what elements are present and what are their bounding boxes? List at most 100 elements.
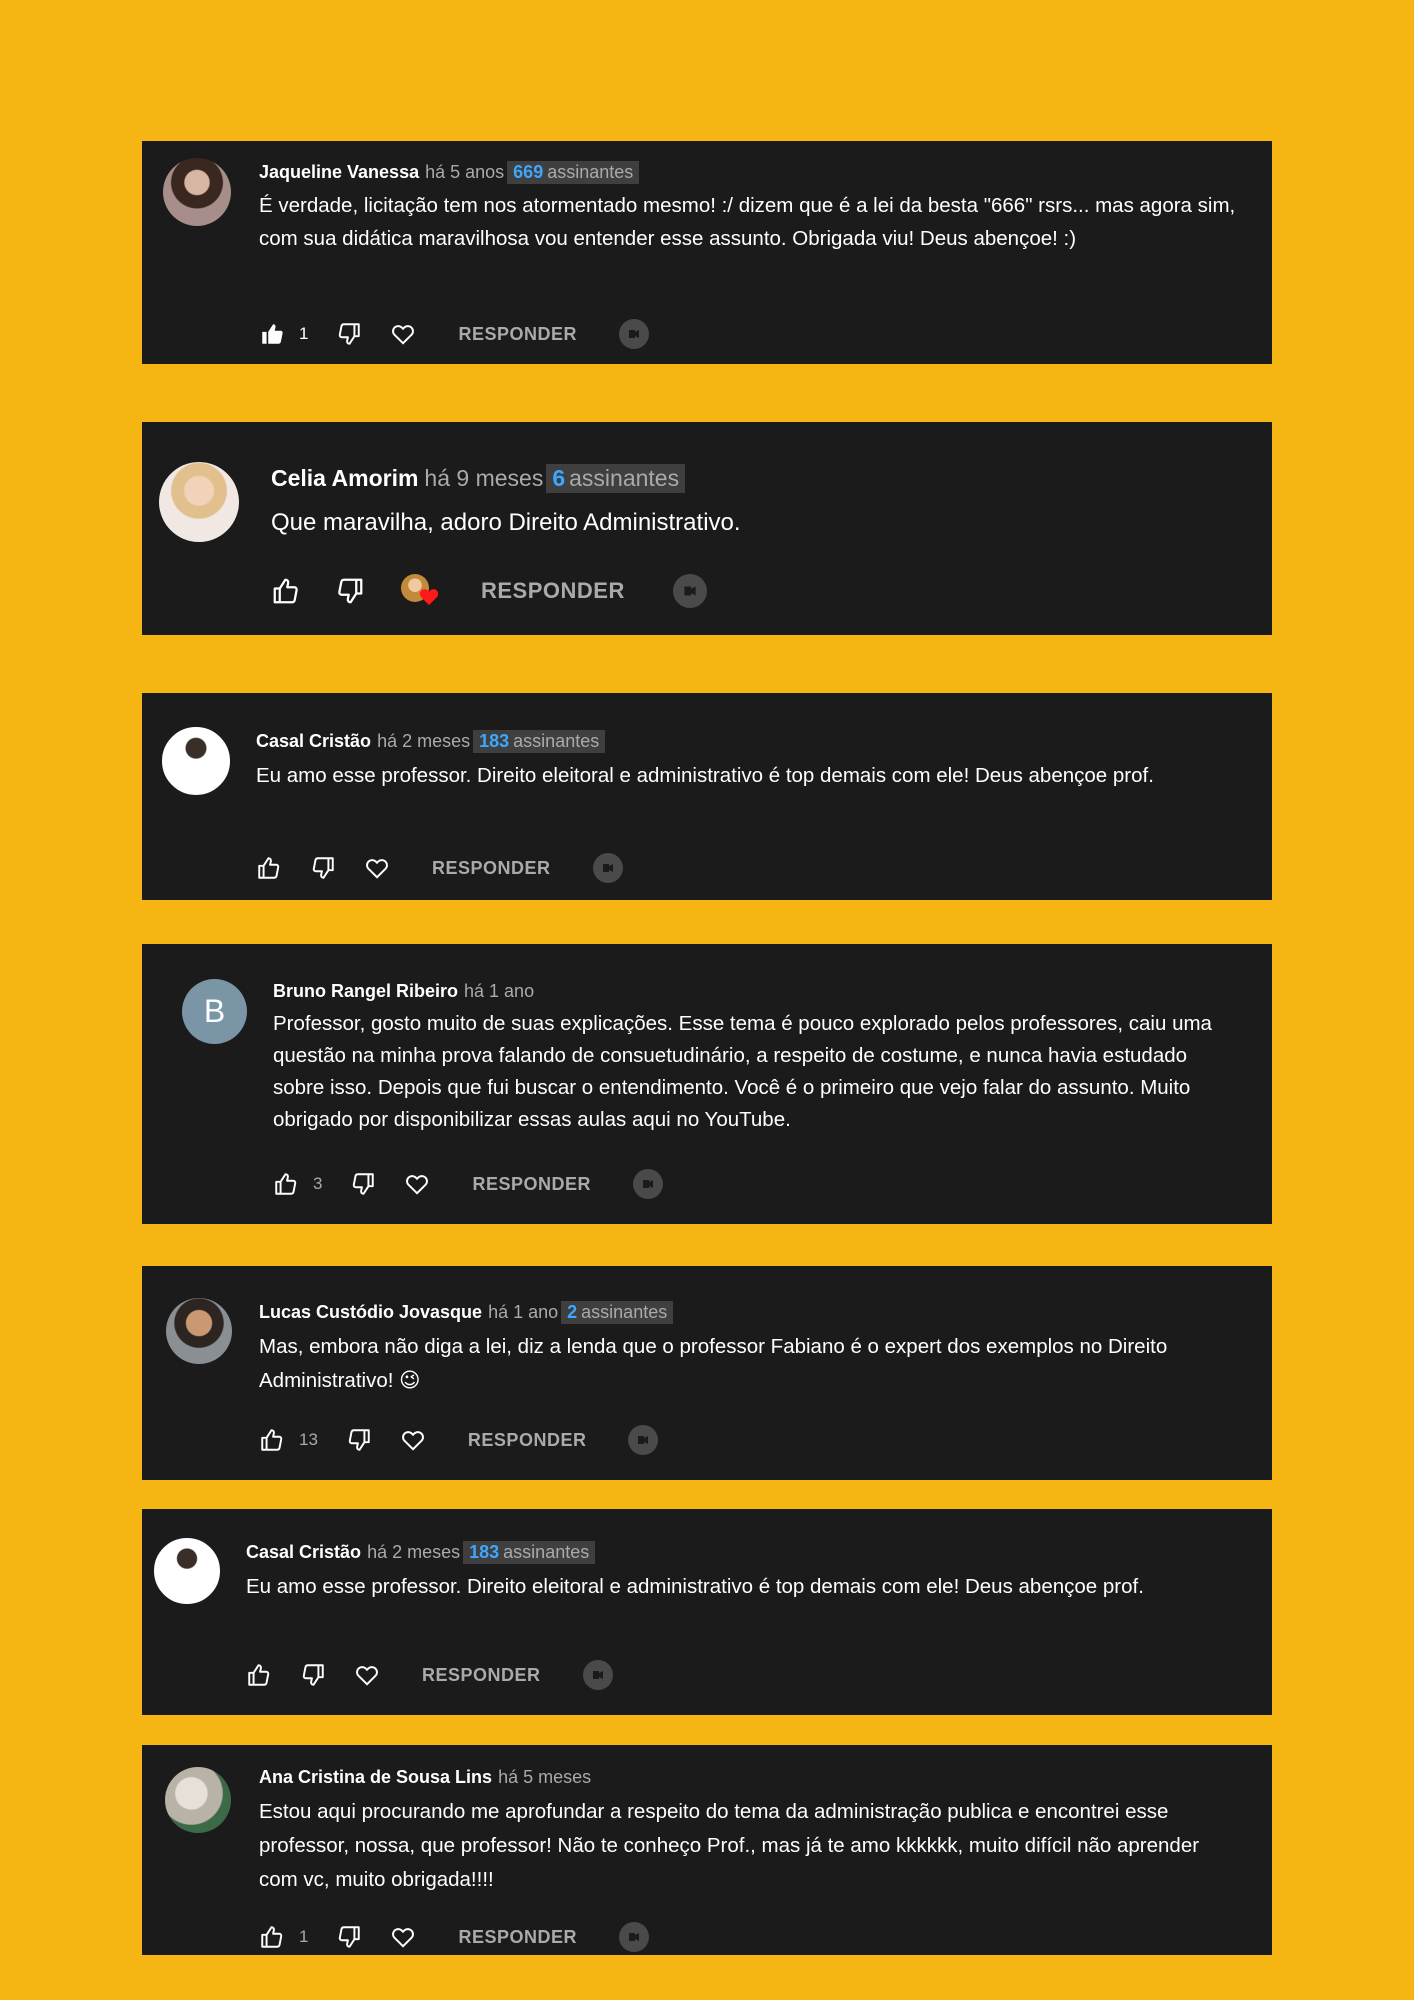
author-name[interactable]: Casal Cristão (256, 731, 371, 752)
heart-button[interactable] (400, 1427, 426, 1453)
comment-time[interactable]: há 2 meses (377, 731, 470, 752)
heart-icon (402, 1431, 424, 1451)
avatar[interactable] (165, 1767, 231, 1833)
avatar[interactable] (154, 1538, 220, 1604)
dislike-button[interactable] (336, 321, 362, 347)
reply-button[interactable]: RESPONDER (422, 1665, 541, 1686)
thumbs-up-icon (261, 1926, 283, 1948)
thumbs-down-icon (348, 1429, 370, 1451)
video-reply-button[interactable] (582, 1660, 613, 1690)
thumbs-down-icon (338, 578, 363, 604)
heart-icon (406, 1175, 429, 1195)
video-reply-button[interactable] (633, 1169, 663, 1199)
like-button[interactable] (246, 1662, 272, 1688)
subscriber-badge: 183 assinantes (463, 1541, 596, 1564)
subscriber-label: assinantes (581, 1302, 668, 1322)
comment-card: B Bruno Rangel Ribeiro há 1 ano Professo… (142, 944, 1272, 1224)
comment-time[interactable]: há 2 meses (367, 1542, 460, 1563)
dislike-button[interactable] (346, 1427, 372, 1453)
avatar[interactable] (159, 462, 239, 542)
like-button[interactable] (256, 855, 282, 881)
subscriber-label: assinantes (513, 731, 600, 751)
comment-time[interactable]: há 5 anos (425, 162, 504, 183)
video-reply-icon (643, 1180, 653, 1188)
dislike-button[interactable] (350, 1171, 376, 1197)
like-count: 13 (299, 1430, 318, 1449)
author-name[interactable]: Lucas Custódio Jovasque (259, 1302, 482, 1323)
like-button[interactable] (259, 321, 285, 347)
avatar[interactable] (166, 1298, 232, 1364)
thumbs-up-icon (258, 857, 280, 879)
author-name[interactable]: Bruno Rangel Ribeiro (273, 981, 458, 1002)
thumbs-up-icon (248, 1664, 270, 1686)
video-reply-button[interactable] (619, 319, 649, 349)
subscriber-count: 669 (513, 162, 544, 182)
like-count: 3 (313, 1174, 323, 1193)
thumbs-up-icon (275, 1173, 297, 1195)
heart-button[interactable] (390, 321, 416, 347)
comment-text: Eu amo esse professor. Direito eleitoral… (246, 1574, 1144, 1598)
comment-card: Casal Cristão há 2 meses 183 assinantes E… (142, 693, 1272, 900)
author-name[interactable]: Celia Amorim (271, 465, 418, 492)
creator-heart[interactable] (401, 572, 443, 610)
comment-actions: RESPONDER (256, 853, 623, 883)
reply-button[interactable]: RESPONDER (468, 1430, 587, 1451)
heart-button[interactable] (364, 855, 390, 881)
dislike-button[interactable] (336, 1924, 362, 1950)
video-reply-button[interactable] (628, 1425, 659, 1455)
video-reply-icon (602, 864, 613, 872)
like-button[interactable] (259, 1427, 285, 1453)
comment-time[interactable]: há 9 meses (424, 465, 543, 492)
thumbs-up-icon (273, 578, 298, 604)
subscriber-badge: 2 assinantes (561, 1301, 674, 1324)
reply-button[interactable]: RESPONDER (458, 1927, 577, 1948)
comment-time[interactable]: há 5 meses (498, 1767, 591, 1788)
comment-actions: 3 RESPONDER (273, 1169, 663, 1199)
avatar[interactable] (162, 727, 230, 795)
comment-time[interactable]: há 1 ano (488, 1302, 558, 1323)
like-button[interactable] (259, 1924, 285, 1950)
comment-actions: RESPONDER (271, 572, 707, 610)
reply-button[interactable]: RESPONDER (458, 324, 577, 345)
comment-card: Casal Cristão há 2 meses 183 assinantes E… (142, 1509, 1272, 1715)
comment-card: Ana Cristina de Sousa Lins há 5 meses Es… (142, 1745, 1272, 1955)
author-name[interactable]: Casal Cristão (246, 1542, 361, 1563)
comment-actions: 1 RESPONDER (259, 319, 649, 349)
avatar[interactable] (163, 158, 231, 226)
video-reply-button[interactable] (619, 1922, 649, 1952)
heart-button[interactable] (390, 1924, 416, 1950)
like-count: 1 (299, 1927, 309, 1946)
heart-button[interactable] (354, 1662, 380, 1688)
comment-card: Celia Amorim há 9 meses 6 assinantes Que … (142, 422, 1272, 635)
avatar[interactable]: B (182, 979, 247, 1044)
like-button[interactable] (273, 1171, 299, 1197)
dislike-button[interactable] (335, 576, 365, 606)
dislike-button[interactable] (300, 1662, 326, 1688)
video-reply-button[interactable] (592, 853, 623, 883)
reply-button[interactable]: RESPONDER (432, 858, 551, 879)
comment-card: Lucas Custódio Jovasque há 1 ano 2 assina… (142, 1266, 1272, 1480)
subscriber-count: 2 (567, 1302, 578, 1322)
heart-icon (392, 1928, 415, 1948)
like-button[interactable] (271, 576, 301, 606)
thumbs-down-icon (312, 857, 334, 879)
subscriber-badge: 6 assinantes (546, 464, 686, 493)
subscriber-badge: 183 assinantes (473, 730, 606, 753)
heart-button[interactable] (404, 1171, 430, 1197)
author-name[interactable]: Jaqueline Vanessa (259, 162, 419, 183)
reply-button[interactable]: RESPONDER (481, 578, 625, 604)
author-name[interactable]: Ana Cristina de Sousa Lins (259, 1767, 492, 1788)
subscriber-label: assinantes (569, 465, 680, 491)
creator-heart-icon (419, 589, 439, 605)
dislike-button[interactable] (310, 855, 336, 881)
thumbs-up-icon (262, 324, 283, 344)
heart-icon (366, 859, 388, 879)
thumbs-down-icon (339, 323, 361, 345)
video-reply-button[interactable] (672, 574, 707, 608)
reply-button[interactable]: RESPONDER (472, 1174, 591, 1195)
comment-time[interactable]: há 1 ano (464, 981, 534, 1002)
thumbs-down-icon (302, 1664, 324, 1686)
subscriber-label: assinantes (503, 1542, 590, 1562)
comment-text: Que maravilha, adoro Direito Administrat… (271, 508, 741, 536)
video-reply-icon (638, 1436, 649, 1444)
